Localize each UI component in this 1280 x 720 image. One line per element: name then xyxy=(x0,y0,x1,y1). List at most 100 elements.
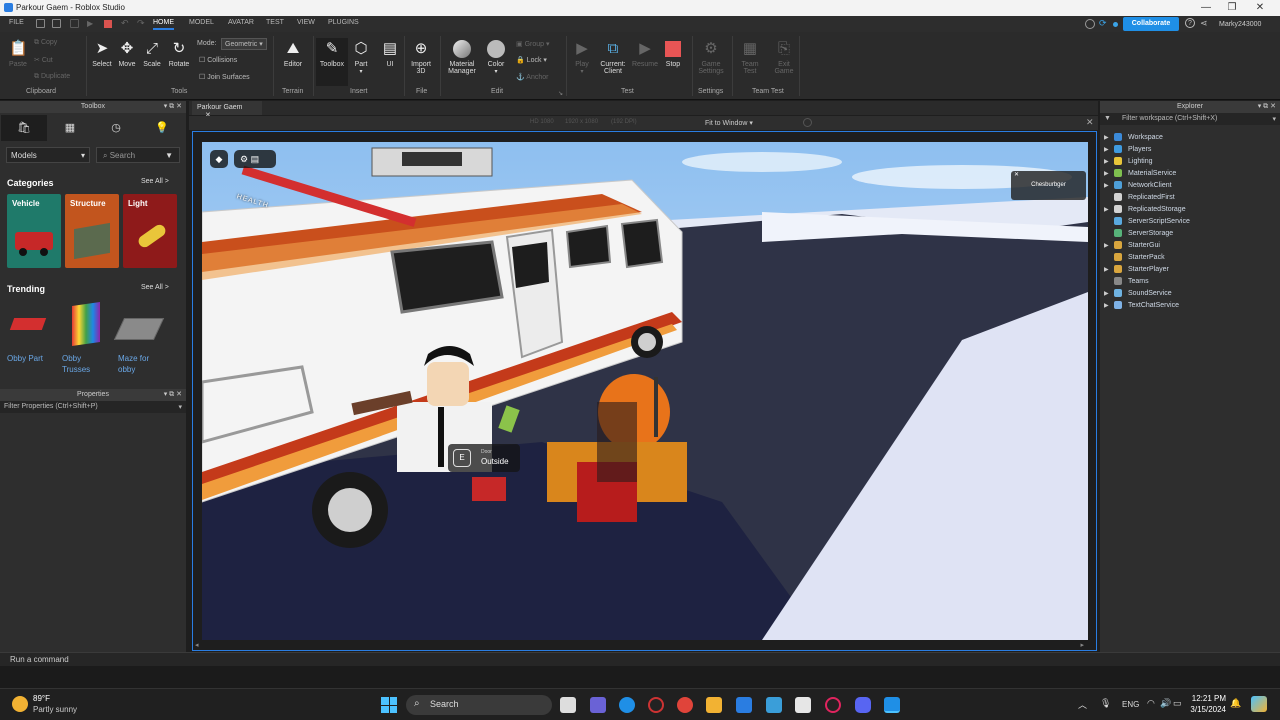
explorer-item[interactable]: ▶ StarterGui xyxy=(1104,239,1160,251)
backpack-icon[interactable]: ⚙ xyxy=(240,154,248,164)
team-test-button[interactable]: ▦ Team Test xyxy=(735,38,765,75)
explorer-item[interactable]: ▶ Workspace xyxy=(1104,131,1163,143)
explorer-item[interactable]: ▶ SoundService xyxy=(1104,287,1172,299)
tab-recent[interactable]: ◷ xyxy=(93,115,139,141)
explorer-item[interactable]: ▶ Players xyxy=(1104,143,1151,155)
exit-game-button[interactable]: ⎘ Exit Game xyxy=(769,38,799,75)
scale-button[interactable]: ⤢ Scale xyxy=(137,38,167,68)
weather-temp[interactable]: 89°F xyxy=(33,694,50,703)
trending-label-2[interactable]: Obby Trusses xyxy=(62,353,90,375)
anchor-button[interactable]: ⚓ Anchor xyxy=(516,73,548,81)
microphone-icon[interactable]: 🎙 xyxy=(1100,698,1111,709)
expand-arrow-icon[interactable]: ▶ xyxy=(1104,290,1114,297)
minimize-icon[interactable]: — xyxy=(1196,2,1216,13)
copilot-icon[interactable] xyxy=(1251,696,1267,712)
resume-button[interactable]: ▶ Resume xyxy=(630,38,660,68)
close-viewbar-icon[interactable]: ✕ xyxy=(1086,117,1094,128)
explorer-item[interactable]: ▶ ReplicatedStorage xyxy=(1104,203,1186,215)
file-explorer-icon[interactable] xyxy=(706,697,722,713)
expand-arrow-icon[interactable]: ▶ xyxy=(1104,206,1114,213)
toolbox-button[interactable]: ✎ Toolbox xyxy=(316,38,348,86)
models-dropdown[interactable]: Models ▾ xyxy=(6,147,90,163)
expand-arrow-icon[interactable]: ▶ xyxy=(1104,134,1114,141)
trending-label-1[interactable]: Obby Part xyxy=(7,353,43,364)
orientation-icon[interactable] xyxy=(803,118,812,127)
game-viewport[interactable]: HEALTH ◆ ⚙ ▤ Chesburbger ✕ E Door Outsid… xyxy=(192,131,1097,651)
explorer-item[interactable]: ▶ Lighting xyxy=(1104,155,1153,167)
panel-controls-icon[interactable]: ▾ ⧉ ✕ xyxy=(164,101,182,113)
fit-to-window-dropdown[interactable]: Fit to Window ▾ xyxy=(705,119,753,127)
expand-arrow-icon[interactable]: ▶ xyxy=(1104,266,1114,273)
battery-icon[interactable]: ▭ xyxy=(1173,698,1182,709)
taskbar-search-input[interactable]: ⌕ Search xyxy=(406,695,552,715)
category-light[interactable]: Light xyxy=(123,194,177,268)
chat-controls[interactable]: ⚙ ▤ xyxy=(234,150,276,168)
cut-button[interactable]: ✂ Cut xyxy=(34,56,53,64)
share-icon[interactable] xyxy=(1085,19,1095,29)
maze-thumbnail[interactable] xyxy=(113,318,165,340)
play-button[interactable]: ▶ Play ▾ xyxy=(567,38,597,75)
paste-button[interactable]: 📋 Paste xyxy=(3,38,33,68)
language-indicator[interactable]: ENG xyxy=(1122,700,1139,709)
menu-file[interactable]: FILE xyxy=(9,19,24,26)
category-vehicle[interactable]: Vehicle xyxy=(7,194,61,268)
rotate-button[interactable]: ↻ Rotate xyxy=(164,38,194,68)
terrain-editor-button[interactable]: ⛰ Editor xyxy=(278,38,308,68)
explorer-item[interactable]: ServerScriptService xyxy=(1104,215,1190,227)
store-icon[interactable] xyxy=(766,697,782,713)
explorer-item[interactable]: ReplicatedFirst xyxy=(1104,191,1175,203)
app-icon[interactable] xyxy=(677,697,693,713)
game-settings-button[interactable]: ⚙ Game Settings xyxy=(696,38,726,75)
expand-icon[interactable]: ↘ xyxy=(558,90,563,97)
toolbox-search-input[interactable]: ⌕ Search ▼ xyxy=(96,147,180,163)
panel-controls-icon[interactable]: ▾ ⧉ ✕ xyxy=(164,389,182,401)
mail-icon[interactable] xyxy=(736,697,752,713)
collisions-checkbox[interactable]: ☐ Collisions xyxy=(199,56,237,64)
trending-label-3[interactable]: Maze for obby xyxy=(118,353,149,375)
explorer-filter-input[interactable]: ▼ Filter workspace (Ctrl+Shift+X) ▾ xyxy=(1100,113,1280,125)
panel-controls-icon[interactable]: ▾ ⧉ ✕ xyxy=(1258,101,1276,113)
material-manager-button[interactable]: Material Manager xyxy=(444,38,480,75)
expand-arrow-icon[interactable]: ▶ xyxy=(1104,170,1114,177)
part-button[interactable]: ⬡ Part ▾ xyxy=(346,38,376,75)
tab-home[interactable]: HOME xyxy=(153,19,174,30)
expand-arrow-icon[interactable]: ▶ xyxy=(1104,242,1114,249)
task-view-icon[interactable] xyxy=(560,697,576,713)
close-icon[interactable]: ✕ xyxy=(1250,2,1270,13)
sync-icon[interactable]: ⟳ xyxy=(1099,18,1107,29)
weather-desc[interactable]: Partly sunny xyxy=(33,705,77,714)
copy-button[interactable]: ⧉ Copy xyxy=(34,39,57,47)
publish-icon[interactable] xyxy=(52,19,61,28)
weather-icon[interactable] xyxy=(12,696,28,712)
explorer-item[interactable]: ▶ NetworkClient xyxy=(1104,179,1172,191)
redo-icon[interactable]: ↷ xyxy=(137,18,145,29)
help-icon[interactable]: ? xyxy=(1185,18,1195,28)
opera-icon[interactable] xyxy=(825,697,841,713)
scroll-left-icon[interactable]: ◂ xyxy=(195,641,199,649)
trending-item-obby-part[interactable] xyxy=(8,306,48,342)
share-network-icon[interactable]: ⋖ xyxy=(1200,18,1208,29)
tab-inventory[interactable]: 🛍 xyxy=(1,115,47,141)
join-surfaces-checkbox[interactable]: ☐ Join Surfaces xyxy=(199,73,250,81)
clock-date[interactable]: 3/15/2024 xyxy=(1188,705,1226,714)
obs-icon[interactable] xyxy=(648,697,664,713)
player-list-entry[interactable]: Chesburbger ✕ xyxy=(1011,171,1086,200)
stop-small-icon[interactable] xyxy=(104,20,112,28)
lock-button[interactable]: 🔒 Lock ▾ xyxy=(516,56,547,64)
collaborate-button[interactable]: Collaborate xyxy=(1123,17,1179,31)
tab-plugins[interactable]: PLUGINS xyxy=(328,19,359,26)
clock-time[interactable]: 12:21 PM xyxy=(1190,694,1226,703)
undo-icon[interactable]: ↶ xyxy=(121,18,129,29)
quick-access-icon[interactable] xyxy=(70,19,79,28)
current-client-button[interactable]: ⧉ Current: Client xyxy=(596,38,630,75)
username[interactable]: Marky243000 xyxy=(1219,21,1261,28)
proximity-prompt[interactable]: E Door Outside xyxy=(448,444,520,472)
tray-chevron-icon[interactable]: ︿ xyxy=(1078,698,1087,711)
mode-select[interactable]: Geometric ▾ xyxy=(221,38,267,50)
discord-icon[interactable] xyxy=(855,697,871,713)
close-small-icon[interactable]: ✕ xyxy=(1014,161,1019,190)
explorer-item[interactable]: Teams xyxy=(1104,275,1149,287)
category-structure[interactable]: Structure xyxy=(65,194,119,268)
expand-arrow-icon[interactable]: ▶ xyxy=(1104,302,1114,309)
teams-icon[interactable] xyxy=(590,697,606,713)
